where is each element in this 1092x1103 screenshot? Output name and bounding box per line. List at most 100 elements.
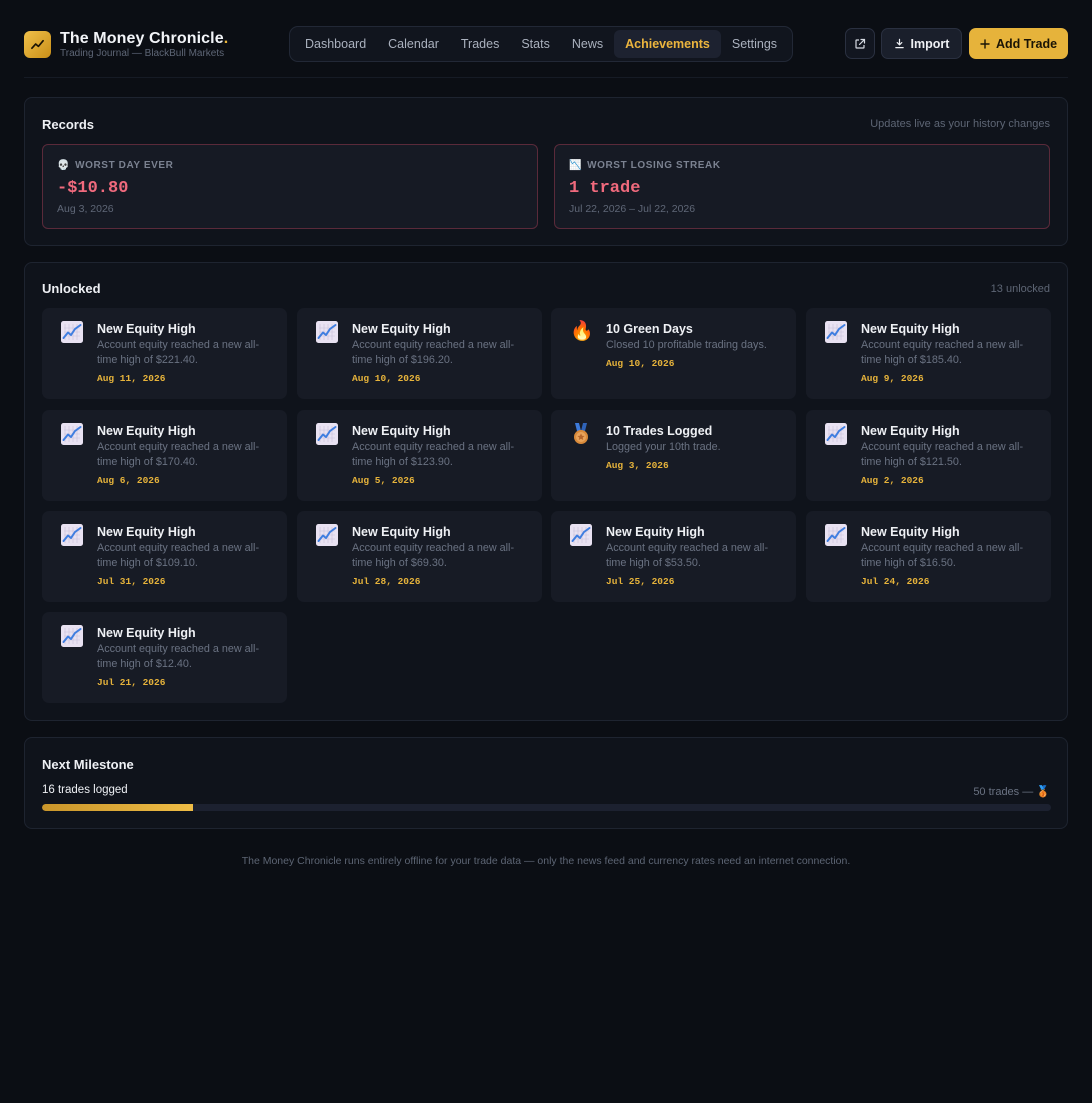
nav-trades[interactable]: Trades <box>450 30 510 58</box>
achievement-title: New Equity High <box>861 424 960 438</box>
external-link-icon <box>854 38 866 50</box>
achievement-title: New Equity High <box>97 525 196 539</box>
achievement-description: Account equity reached a new all-time hi… <box>97 542 260 569</box>
chart-up-icon <box>315 523 339 547</box>
unlocked-panel: Unlocked 13 unlocked New Equity High Acco… <box>24 262 1068 721</box>
chart-down-icon: 📉 <box>569 160 583 171</box>
achievement-date: Aug 10, 2026 <box>352 373 421 384</box>
achievement-date: Aug 9, 2026 <box>861 373 924 384</box>
achievement-card: New Equity High Account equity reached a … <box>551 511 796 602</box>
achievement-description: Account equity reached a new all-time hi… <box>97 441 260 468</box>
achievement-card: New Equity High Account equity reached a … <box>42 410 287 501</box>
achievement-card: New Equity High Account equity reached a … <box>42 308 287 399</box>
chart-up-icon <box>60 624 84 648</box>
achievement-title: New Equity High <box>97 322 196 336</box>
milestone-progress-label: 16 trades logged <box>42 784 128 796</box>
record-value: 1 trade <box>569 179 641 198</box>
achievement-date: Aug 2, 2026 <box>861 475 924 486</box>
nav-settings[interactable]: Settings <box>721 30 788 58</box>
open-external-button[interactable] <box>845 28 875 59</box>
achievement-card: New Equity High Account equity reached a … <box>806 511 1051 602</box>
header-divider <box>24 77 1068 78</box>
milestone-title: Next Milestone <box>42 757 134 772</box>
achievement-title: 10 Green Days <box>606 322 693 336</box>
achievement-date: Aug 3, 2026 <box>606 460 669 471</box>
achievement-card: New Equity High Account equity reached a … <box>297 308 542 399</box>
achievement-description: Closed 10 profitable trading days. <box>606 339 767 351</box>
achievement-description: Account equity reached a new all-time hi… <box>606 542 769 569</box>
record-label: WORST LOSING STREAK <box>587 160 721 171</box>
record-worst-streak: 📉 WORST LOSING STREAK 1 trade Jul 22, 20… <box>554 144 1050 229</box>
chart-up-icon <box>569 523 593 547</box>
footer-note: The Money Chronicle runs entirely offlin… <box>241 855 851 867</box>
achievement-description: Account equity reached a new all-time hi… <box>861 441 1024 468</box>
achievement-description: Account equity reached a new all-time hi… <box>352 339 515 366</box>
achievement-description: Account equity reached a new all-time hi… <box>861 339 1024 366</box>
fire-icon: 🔥 <box>570 321 594 342</box>
record-value: -$10.80 <box>57 179 129 198</box>
achievement-description: Account equity reached a new all-time hi… <box>861 542 1024 569</box>
achievement-date: Aug 6, 2026 <box>97 475 160 486</box>
app-header: The Money Chronicle. Trading Journal — B… <box>24 26 1068 62</box>
milestone-goal: 50 trades — 🥉 <box>973 786 1050 798</box>
record-date: Jul 22, 2026 – Jul 22, 2026 <box>569 203 696 215</box>
import-button[interactable]: Import <box>881 28 962 59</box>
medal-icon <box>569 422 593 446</box>
skull-icon: 💀 <box>57 160 71 171</box>
achievement-card: New Equity High Account equity reached a … <box>42 612 287 703</box>
main-nav: Dashboard Calendar Trades Stats News Ach… <box>289 26 794 62</box>
nav-calendar[interactable]: Calendar <box>377 30 450 58</box>
achievement-description: Account equity reached a new all-time hi… <box>97 339 260 366</box>
chart-up-icon <box>60 523 84 547</box>
achievement-card: New Equity High Account equity reached a … <box>297 410 542 501</box>
achievement-card: 10 Trades Logged Logged your 10th trade. A… <box>551 410 796 501</box>
record-label: WORST DAY EVER <box>75 160 174 171</box>
nav-dashboard[interactable]: Dashboard <box>294 30 377 58</box>
achievement-card: New Equity High Account equity reached a … <box>806 308 1051 399</box>
achievement-title: New Equity High <box>352 525 451 539</box>
add-trade-button[interactable]: Add Trade <box>969 28 1068 59</box>
nav-news[interactable]: News <box>561 30 614 58</box>
record-date: Aug 3, 2026 <box>57 203 114 215</box>
milestone-progress-bar <box>42 804 1051 811</box>
records-title: Records <box>42 117 95 132</box>
achievement-card: New Equity High Account equity reached a … <box>806 410 1051 501</box>
brand[interactable]: The Money Chronicle. Trading Journal — B… <box>24 30 228 59</box>
plus-icon <box>980 38 990 49</box>
download-icon <box>894 38 905 49</box>
chart-up-icon <box>824 523 848 547</box>
achievement-title: New Equity High <box>861 322 960 336</box>
chart-up-icon <box>315 422 339 446</box>
achievement-card: New Equity High Account equity reached a … <box>42 511 287 602</box>
achievement-card: New Equity High Account equity reached a … <box>297 511 542 602</box>
achievement-title: New Equity High <box>352 424 451 438</box>
achievement-description: Account equity reached a new all-time hi… <box>97 643 260 670</box>
milestone-panel: Next Milestone 16 trades logged 50 trade… <box>24 737 1068 829</box>
chart-up-icon <box>60 422 84 446</box>
achievement-date: Aug 11, 2026 <box>97 373 166 384</box>
achievement-date: Aug 10, 2026 <box>606 358 675 369</box>
achievement-date: Aug 5, 2026 <box>352 475 415 486</box>
records-panel: Records Updates live as your history cha… <box>24 97 1068 246</box>
achievement-title: New Equity High <box>861 525 960 539</box>
records-note: Updates live as your history changes <box>870 118 1050 130</box>
nav-achievements[interactable]: Achievements <box>614 30 721 58</box>
unlocked-title: Unlocked <box>42 281 101 296</box>
achievement-card: 🔥 10 Green Days Closed 10 profitable tradi… <box>551 308 796 399</box>
unlocked-count: 13 unlocked <box>990 283 1050 295</box>
achievement-title: New Equity High <box>97 424 196 438</box>
achievement-date: Jul 25, 2026 <box>606 576 675 587</box>
brand-title: The Money Chronicle. <box>60 30 229 47</box>
achievement-date: Jul 21, 2026 <box>97 677 166 688</box>
chart-up-icon <box>315 320 339 344</box>
chart-up-icon <box>60 320 84 344</box>
achievement-date: Jul 28, 2026 <box>352 576 421 587</box>
achievement-title: New Equity High <box>352 322 451 336</box>
achievement-title: 10 Trades Logged <box>606 424 713 438</box>
brand-subtitle: Trading Journal — BlackBull Markets <box>60 48 225 59</box>
chart-up-icon <box>824 320 848 344</box>
nav-stats[interactable]: Stats <box>510 30 561 58</box>
record-worst-day: 💀 WORST DAY EVER -$10.80 Aug 3, 2026 <box>42 144 538 229</box>
medal-icon: 🥉 <box>1036 786 1050 798</box>
achievement-description: Account equity reached a new all-time hi… <box>352 441 515 468</box>
